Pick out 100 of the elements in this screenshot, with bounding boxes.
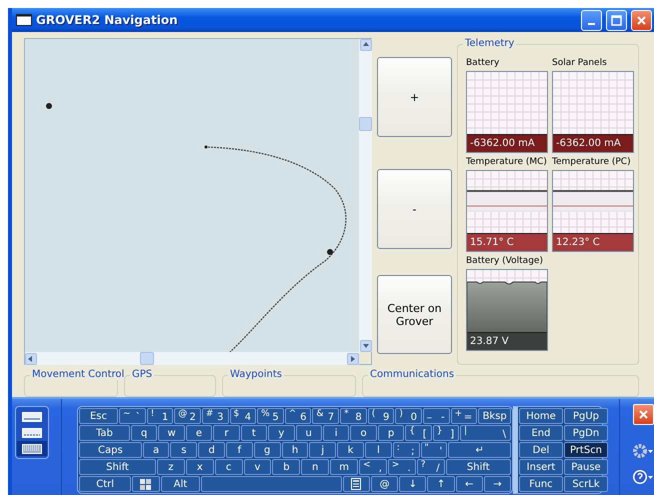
map-button[interactable]: - bbox=[377, 169, 452, 249]
keyboard-key[interactable]: | \ bbox=[460, 425, 511, 441]
close-button[interactable] bbox=[633, 404, 654, 425]
keyboard-key[interactable]: ScrLk bbox=[564, 476, 608, 492]
keyboard-key[interactable]: PrtScn bbox=[564, 442, 608, 458]
keyboard-key[interactable]: t bbox=[240, 425, 268, 441]
keyboard-key[interactable]: Del bbox=[519, 442, 563, 458]
keyboard-key[interactable]: Caps bbox=[79, 442, 142, 458]
keyboard-key[interactable]: ↓ bbox=[399, 476, 426, 492]
keyboard-key[interactable]: j bbox=[309, 442, 336, 458]
group-title: Telemetry bbox=[463, 38, 516, 49]
keyboard-key[interactable]: a bbox=[142, 442, 170, 458]
gauge-label: Battery (Voltage) bbox=[466, 256, 544, 266]
scrollbar-thumb[interactable] bbox=[140, 352, 154, 365]
keyboard-key[interactable]: l bbox=[364, 442, 392, 458]
keyboard-key[interactable]: @ bbox=[371, 476, 398, 492]
keyboard-key[interactable]: k bbox=[337, 442, 364, 458]
keyboard-key[interactable]: Bksp bbox=[478, 408, 512, 424]
keyboard-key[interactable]: End bbox=[519, 425, 563, 441]
keyboard-key[interactable]: @ 2 bbox=[174, 408, 201, 424]
help-icon[interactable] bbox=[632, 469, 654, 485]
keyboard-key[interactable]: p bbox=[378, 425, 404, 441]
keyboard-key[interactable]: _ - bbox=[423, 408, 450, 424]
keyboard-key[interactable]: b bbox=[272, 459, 300, 475]
keyboard-layout-icon[interactable] bbox=[22, 444, 42, 454]
keyboard-key[interactable]: s bbox=[170, 442, 198, 458]
keyboard-key[interactable]: Ctrl bbox=[79, 476, 132, 492]
keyboard-key[interactable]: ( 9 bbox=[368, 408, 394, 424]
keyboard-key[interactable]: $ 4 bbox=[230, 408, 256, 424]
gauge-label: Temperature (PC) bbox=[552, 157, 632, 167]
vertical-scrollbar[interactable] bbox=[359, 39, 372, 352]
group-title: GPS bbox=[130, 369, 154, 380]
keyboard-key[interactable]: g bbox=[254, 442, 281, 458]
layout-button[interactable] bbox=[17, 441, 47, 456]
menu-key[interactable] bbox=[342, 476, 370, 492]
keyboard-key[interactable]: > . bbox=[388, 459, 416, 475]
keyboard-key[interactable]: q bbox=[130, 425, 158, 441]
keyboard-key[interactable]: } ] bbox=[432, 425, 460, 441]
gauge-reading: -6362.00 mA bbox=[553, 134, 633, 152]
keyboard-key[interactable]: ↵ bbox=[448, 442, 511, 458]
windows-key[interactable] bbox=[132, 476, 160, 492]
keyboard-key[interactable]: Tab bbox=[79, 425, 130, 441]
keyboard-key[interactable]: { [ bbox=[405, 425, 432, 441]
keyboard-key[interactable]: v bbox=[244, 459, 272, 475]
keyboard-key[interactable]: % 5 bbox=[257, 408, 284, 424]
keyboard-key[interactable]: < , bbox=[359, 459, 387, 475]
keyboard-key[interactable]: ← bbox=[456, 476, 483, 492]
keyboard-key[interactable]: w bbox=[158, 425, 185, 441]
close-button[interactable] bbox=[631, 10, 652, 30]
keyboard-key[interactable]: r bbox=[213, 425, 240, 441]
keyboard-key[interactable]: ~ ` bbox=[118, 408, 146, 424]
keyboard-key[interactable]: Shift bbox=[446, 459, 511, 475]
keyboard-key[interactable]: ) 0 bbox=[395, 408, 422, 424]
keyboard-key[interactable]: : ; bbox=[392, 442, 420, 458]
keyboard-key[interactable]: ^ 6 bbox=[284, 408, 312, 424]
keyboard-key[interactable]: Func bbox=[519, 476, 563, 492]
keyboard-key[interactable]: ! 1 bbox=[146, 408, 174, 424]
keyboard-key[interactable]: ↑ bbox=[427, 476, 455, 492]
keyboard-key[interactable]: Pause bbox=[564, 459, 608, 475]
keyboard-key[interactable]: Insert bbox=[519, 459, 563, 475]
keyboard-key[interactable]: f bbox=[226, 442, 253, 458]
keyboard-key[interactable]: d bbox=[198, 442, 226, 458]
keyboard-key[interactable]: n bbox=[301, 459, 330, 475]
keyboard-key[interactable]: h bbox=[282, 442, 308, 458]
keyboard-key[interactable]: u bbox=[296, 425, 322, 441]
map-button[interactable]: + bbox=[377, 57, 452, 137]
keyboard-key[interactable]: PgUp bbox=[564, 408, 608, 424]
gauge-label: Battery bbox=[466, 58, 500, 68]
keyboard-key[interactable]: m bbox=[330, 459, 358, 475]
gauge-reading: 23.87 V bbox=[467, 332, 547, 350]
settings-icon[interactable] bbox=[632, 443, 654, 459]
keyboard-key[interactable]: * 8 bbox=[340, 408, 367, 424]
window-icon bbox=[16, 14, 32, 26]
keyboard-key[interactable]: ? / bbox=[416, 459, 445, 475]
keyboard-layout-icon[interactable] bbox=[22, 428, 42, 438]
keyboard-key[interactable]: " ' bbox=[420, 442, 448, 458]
keyboard-key[interactable]: x bbox=[186, 459, 214, 475]
keyboard-key[interactable]: Alt bbox=[160, 476, 200, 492]
map-button[interactable]: Center on Grover bbox=[377, 275, 452, 354]
keyboard-key[interactable]: i bbox=[322, 425, 350, 441]
gauge-label: Temperature (MC) bbox=[466, 157, 548, 167]
gauge-reading: -6362.00 mA bbox=[467, 134, 547, 152]
keyboard-key[interactable]: c bbox=[214, 459, 243, 475]
keyboard-key[interactable]: & 7 bbox=[312, 408, 340, 424]
keyboard-key[interactable]: Home bbox=[519, 408, 563, 424]
keyboard-key[interactable]: PgDn bbox=[564, 425, 608, 441]
keyboard-key[interactable]: z bbox=[157, 459, 185, 475]
keyboard-layout-icon[interactable] bbox=[22, 412, 42, 422]
keyboard-key[interactable]: → bbox=[484, 476, 511, 492]
keyboard-key[interactable]: e bbox=[186, 425, 212, 441]
keyboard-key[interactable]: + = bbox=[450, 408, 478, 424]
scrollbar-thumb[interactable] bbox=[359, 117, 372, 131]
horizontal-scrollbar[interactable] bbox=[25, 352, 359, 365]
maximize-button[interactable] bbox=[606, 10, 627, 30]
keyboard-key[interactable]: y bbox=[268, 425, 294, 441]
keyboard-key[interactable]: Shift bbox=[79, 459, 156, 475]
keyboard-key[interactable]: o bbox=[350, 425, 377, 441]
keyboard-key[interactable]: Esc bbox=[79, 408, 118, 424]
keyboard-key[interactable]: # 3 bbox=[202, 408, 229, 424]
minimize-button[interactable] bbox=[581, 10, 602, 30]
